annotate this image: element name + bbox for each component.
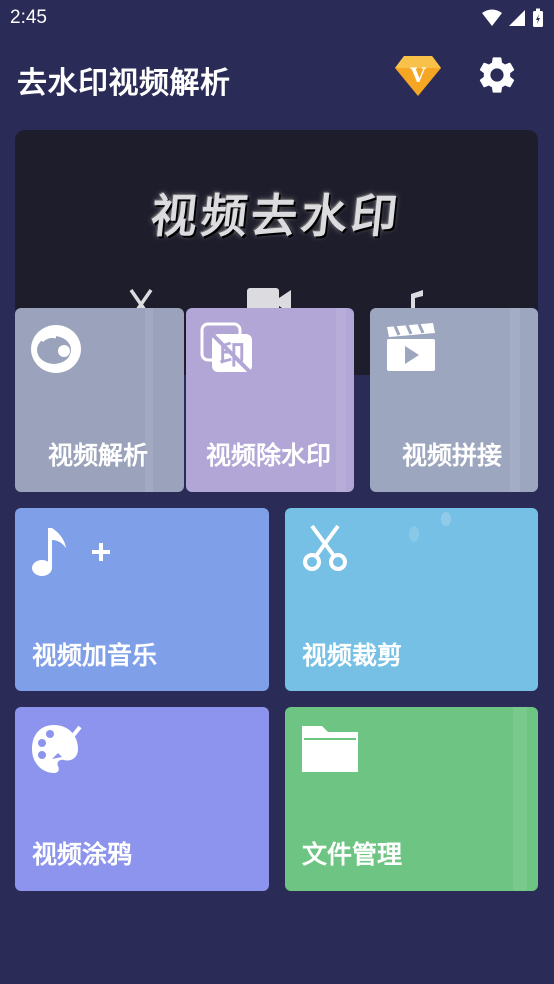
tile-video-join[interactable]: 视频拼接	[370, 308, 538, 492]
palette-icon	[32, 725, 82, 773]
status-icons	[482, 8, 544, 28]
tile-label-video-parse: 视频解析	[48, 441, 149, 470]
tile-video-parse[interactable]: 视频解析	[15, 308, 184, 492]
no-watermark-icon: 印	[200, 322, 252, 374]
app-title: 去水印视频解析	[17, 66, 231, 101]
vip-diamond-icon[interactable]: V	[394, 54, 442, 98]
battery-icon	[533, 8, 543, 27]
folder-icon	[302, 726, 358, 772]
tile-label-video-crop: 视频裁剪	[302, 641, 403, 670]
tile-video-crop[interactable]: 视频裁剪	[285, 508, 538, 691]
app-bar: 去水印视频解析	[0, 40, 554, 112]
tile-label-remove-watermark: 视频除水印	[206, 441, 332, 470]
tile-label-file-manager: 文件管理	[302, 840, 403, 869]
video-parse-icon	[31, 325, 81, 373]
status-time: 2:45	[10, 7, 47, 28]
status-bar: 2:45	[0, 0, 554, 38]
svg-text:V: V	[409, 63, 426, 87]
tile-file-manager[interactable]: 文件管理	[285, 707, 538, 891]
tile-label-video-doodle: 视频涂鸦	[32, 840, 133, 869]
clapperboard-icon	[387, 323, 435, 371]
settings-gear-icon[interactable]	[475, 53, 519, 97]
banner-title: 视频去水印	[148, 189, 405, 243]
tile-remove-watermark[interactable]: 印 视频除水印	[186, 308, 354, 492]
wifi-icon	[482, 9, 502, 26]
tile-label-video-join: 视频拼接	[402, 441, 503, 470]
tile-video-doodle[interactable]: 视频涂鸦	[15, 707, 269, 891]
signal-icon	[509, 10, 525, 26]
music-add-icon	[32, 528, 110, 576]
tile-label-add-music: 视频加音乐	[32, 641, 158, 670]
tile-add-music[interactable]: 视频加音乐	[15, 508, 269, 691]
scissors-icon	[303, 524, 347, 571]
